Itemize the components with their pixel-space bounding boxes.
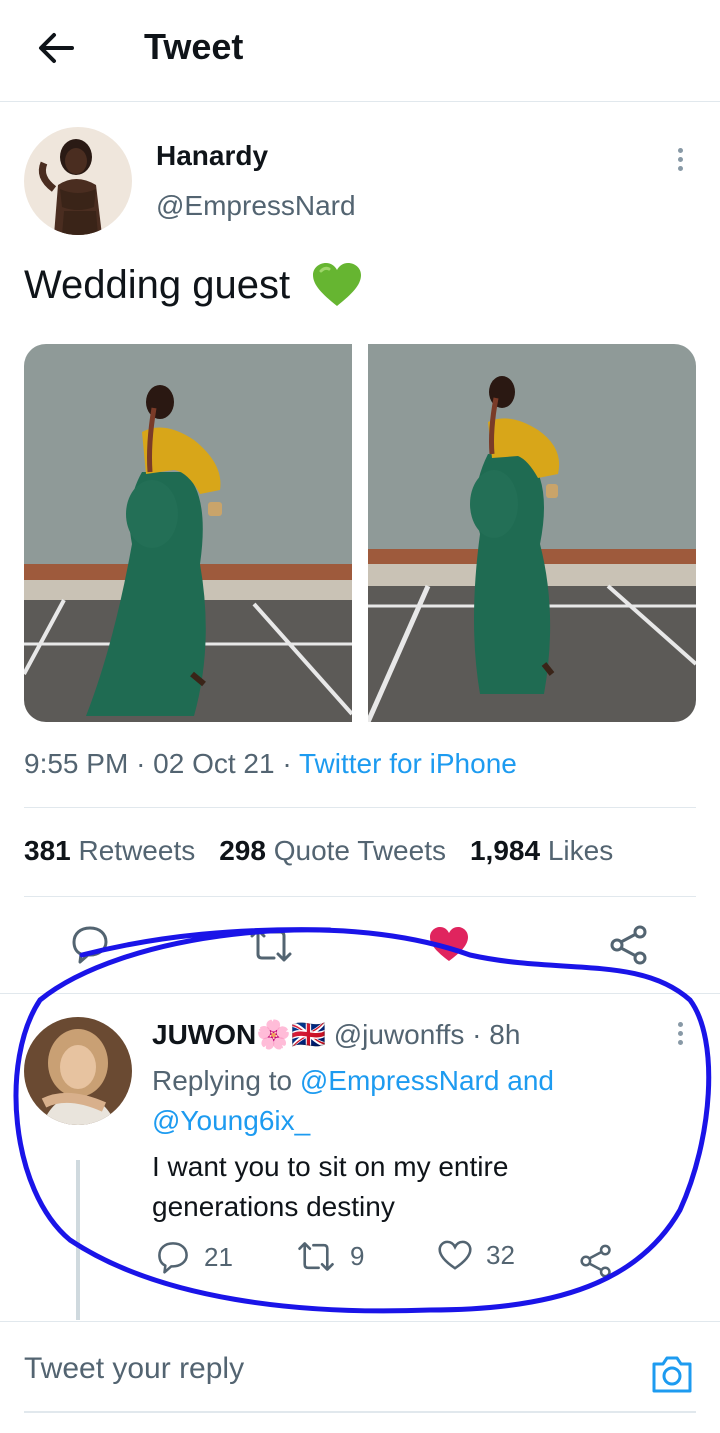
author-avatar[interactable] — [24, 127, 132, 235]
retweets-label: Retweets — [78, 835, 196, 866]
reply-age: 8h — [489, 1019, 521, 1050]
replying-to-label: Replying to — [152, 1065, 293, 1096]
arrow-left-icon — [39, 33, 74, 63]
top-bar: Tweet — [0, 0, 720, 102]
reply-retweet-button[interactable]: 9 — [296, 1240, 364, 1273]
reply-header: JUWON🌸🇬🇧 @juwonffs · 8h — [152, 1018, 520, 1051]
tweet-text-content: Wedding guest — [24, 262, 291, 307]
retweet-count: 9 — [350, 1241, 365, 1271]
reply-author-handle[interactable]: @juwonffs — [334, 1019, 465, 1050]
likes-label: Likes — [547, 835, 614, 866]
retweets-count: 381 — [24, 835, 71, 866]
replying-to: Replying to @EmpressNard and @Young6ix_ — [152, 1061, 622, 1141]
divider — [0, 993, 720, 994]
thread-line — [76, 1160, 80, 1320]
tweet-date: 02 Oct 21 — [153, 748, 275, 779]
reply-icon — [158, 1242, 188, 1274]
green-heart-emoji — [313, 263, 362, 306]
likes-count: 1,984 — [469, 835, 541, 866]
tweet-photo-2[interactable] — [368, 344, 696, 722]
reply-input[interactable] — [24, 1352, 604, 1386]
tweet-photo-1[interactable] — [24, 344, 352, 722]
reply-author-name[interactable]: JUWON🌸🇬🇧 — [152, 1019, 326, 1050]
meta-separator: · — [282, 748, 299, 779]
quote-tweets-count: 298 — [219, 835, 266, 866]
quote-tweets-stat[interactable]: 298 Quote Tweets — [219, 835, 446, 867]
tweet-source-link[interactable]: Twitter for iPhone — [299, 748, 517, 779]
reply-icon[interactable] — [70, 924, 110, 964]
like-count: 32 — [486, 1240, 515, 1270]
reply-count: 21 — [204, 1241, 233, 1272]
like-icon-filled[interactable] — [429, 926, 469, 962]
composer-underline — [24, 1411, 696, 1413]
tweet-stats: 381 Retweets 298 Quote Tweets 1,984 Like… — [24, 835, 613, 867]
tweet-meta: 9:55 PM · 02 Oct 21 · Twitter for iPhone — [24, 748, 517, 780]
reply-like-button[interactable]: 32 — [438, 1240, 515, 1271]
share-icon[interactable] — [610, 925, 648, 965]
replying-to-user-link[interactable]: @Young6ix_ — [152, 1105, 310, 1136]
likes-stat[interactable]: 1,984 Likes — [470, 835, 613, 867]
like-icon — [438, 1240, 472, 1270]
more-dots-icon — [677, 148, 683, 153]
author-handle[interactable]: @EmpressNard — [156, 190, 356, 222]
retweets-stat[interactable]: 381 Retweets — [24, 835, 195, 867]
reply-reply-button[interactable]: 21 — [156, 1240, 233, 1274]
more-options-button[interactable] — [670, 144, 690, 180]
replying-to-user-link[interactable]: @EmpressNard — [300, 1065, 500, 1096]
reply-more-options-button[interactable] — [670, 1018, 690, 1054]
retweet-icon[interactable] — [248, 926, 294, 964]
replying-to-and[interactable]: and — [507, 1065, 554, 1096]
tweet-text: Wedding guest — [24, 262, 362, 308]
share-icon[interactable] — [580, 1244, 612, 1278]
divider — [24, 896, 696, 897]
retweet-icon — [298, 1242, 334, 1271]
reply-text: I want you to sit on my entire generatio… — [152, 1151, 509, 1222]
camera-button[interactable] — [650, 1352, 694, 1396]
back-button[interactable] — [34, 26, 78, 70]
divider — [24, 807, 696, 808]
author-name[interactable]: Hanardy — [156, 140, 268, 172]
divider — [0, 1321, 720, 1322]
more-dots-icon — [677, 1022, 683, 1027]
tweet-time: 9:55 PM — [24, 748, 129, 779]
page-title: Tweet — [144, 26, 244, 67]
meta-separator: · — [136, 748, 154, 779]
quote-tweets-label: Quote Tweets — [273, 835, 446, 866]
meta-separator: · — [472, 1019, 482, 1050]
camera-icon — [652, 1356, 692, 1393]
reply-author-avatar[interactable] — [24, 1017, 132, 1125]
